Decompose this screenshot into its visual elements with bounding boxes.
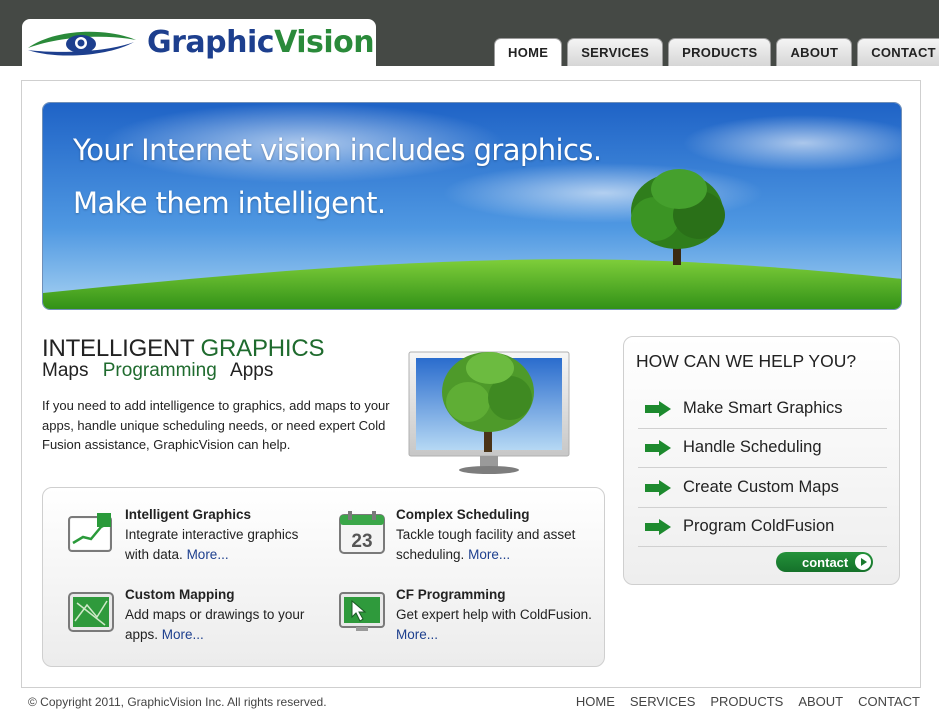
hero-banner: Your Internet vision includes graphics. … [42,102,902,310]
more-link[interactable]: More... [187,547,229,562]
intro-body: If you need to add intelligence to graph… [42,398,390,452]
help-item-label: Handle Scheduling [683,438,822,456]
eye-logo-icon [28,31,136,56]
arrow-right-icon [645,518,671,535]
tab-products[interactable]: PRODUCTS [668,38,772,66]
feature-title: CF Programming [396,587,506,602]
chart-icon [68,513,112,552]
help-item-smart-graphics[interactable]: Make Smart Graphics [638,389,887,429]
intro-sub-maps: Maps [42,360,89,381]
arrow-right-icon [645,439,671,456]
calendar-number: 23 [351,531,372,552]
intro-sub-apps: Apps [230,360,274,381]
intro-title-part2: GRAPHICS [200,335,325,362]
intro-sub-programming: Programming [102,360,217,381]
footer-nav: HOME SERVICES PRODUCTS ABOUT CONTACT [576,694,920,709]
help-title: HOW CAN WE HELP YOU? [636,351,857,371]
intro-subtitle: Maps Programming Apps [42,360,282,382]
features-panel: Intelligent Graphics Integrate interacti… [42,487,605,667]
brand-name-part2: Vision [274,25,375,60]
feature-desc: Tackle tough facility and asset scheduli… [396,525,596,565]
feature-desc: Get expert help with ColdFusion. More... [396,605,596,645]
copyright: © Copyright 2011, GraphicVision Inc. All… [28,695,327,709]
arrow-right-icon [645,479,671,496]
feature-title: Complex Scheduling [396,507,530,522]
feature-desc: Integrate interactive graphics with data… [125,525,325,565]
contact-button[interactable]: contact [776,552,873,572]
feature-title: Intelligent Graphics [125,507,252,522]
feature-title: Custom Mapping [125,587,235,602]
arrow-right-icon [645,400,671,417]
contact-button-label: contact [802,554,849,570]
help-item-scheduling[interactable]: Handle Scheduling [638,428,887,468]
calendar-icon: 23 [339,511,385,554]
more-link[interactable]: More... [468,547,510,562]
help-item-label: Make Smart Graphics [683,399,843,417]
brand-name-part1: Graphic [147,25,275,60]
brand-name: GraphicVision [147,25,375,60]
tab-about[interactable]: ABOUT [776,38,853,66]
intro-title-part1: INTELLIGENT [42,335,195,362]
logo[interactable]: GraphicVision [22,19,376,66]
more-link[interactable]: More... [396,627,438,642]
tab-home[interactable]: HOME [494,38,563,66]
help-panel: HOW CAN WE HELP YOU? Make Smart Graphics… [623,336,900,585]
play-circle-icon [855,554,871,570]
map-icon [68,592,114,632]
footer-link-contact[interactable]: CONTACT [858,694,920,709]
main-nav: HOME SERVICES PRODUCTS ABOUT CONTACT [494,38,939,66]
tab-services[interactable]: SERVICES [567,38,664,66]
footer-link-home[interactable]: HOME [576,694,615,709]
hero-subheadline: Make them intelligent. [73,186,386,220]
hero-headline: Your Internet vision includes graphics. [73,133,602,167]
footer-link-products[interactable]: PRODUCTS [710,694,783,709]
feature-desc-text: Get expert help with ColdFusion. [396,607,592,622]
help-item-coldfusion[interactable]: Program ColdFusion [638,507,887,547]
help-item-label: Create Custom Maps [683,478,839,496]
monitor-tree-image [408,351,570,474]
footer-link-about[interactable]: ABOUT [798,694,843,709]
tab-contact[interactable]: CONTACT [857,38,939,66]
more-link[interactable]: More... [162,627,204,642]
footer-link-services[interactable]: SERVICES [630,694,696,709]
feature-desc: Add maps or drawings to your apps. More.… [125,605,325,645]
intro-title: INTELLIGENT GRAPHICS [42,335,325,363]
feature-desc-text: Add maps or drawings to your apps. [125,607,305,642]
help-item-custom-maps[interactable]: Create Custom Maps [638,468,887,508]
help-item-label: Program ColdFusion [683,517,835,535]
cursor-icon [339,592,385,631]
